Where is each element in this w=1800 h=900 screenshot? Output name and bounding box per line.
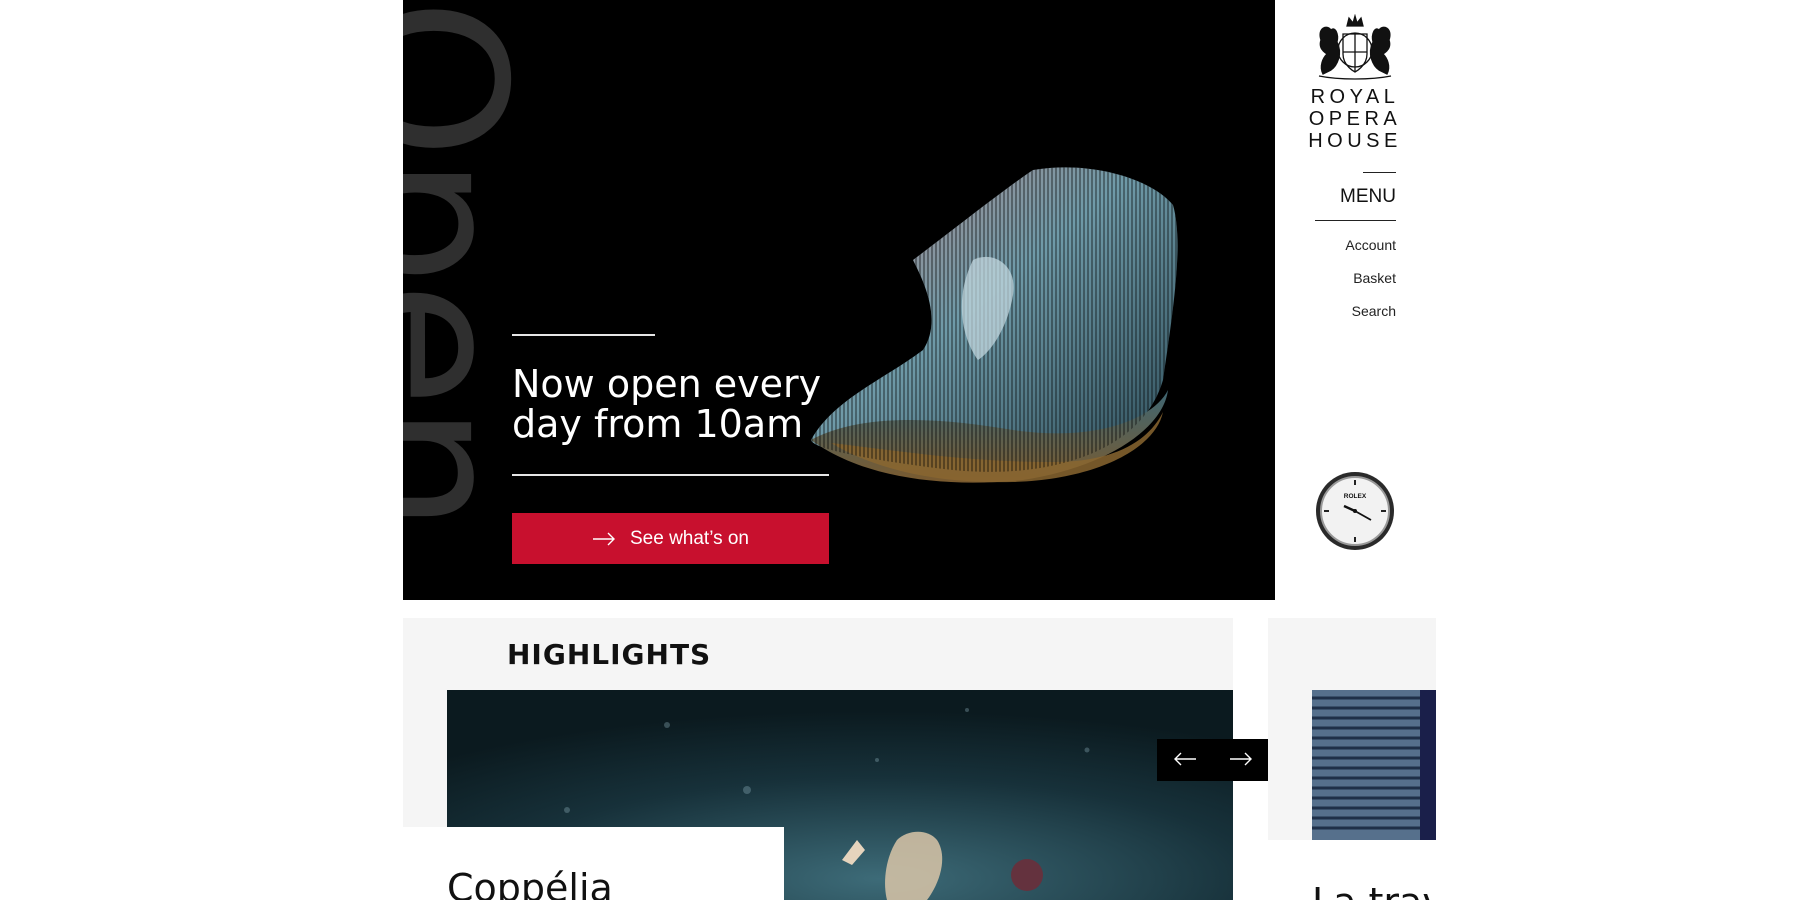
brand-line-3: HOUSE — [1308, 130, 1402, 152]
royal-opera-house-logo[interactable]: ROYAL OPERA HOUSE — [1300, 14, 1410, 152]
brand-line-2: OPERA — [1308, 108, 1402, 130]
basket-link[interactable]: Basket — [1300, 270, 1396, 286]
clock-brand-text: ROLEX — [1344, 493, 1367, 500]
arrow-right-icon — [592, 532, 616, 546]
brand-name: ROYAL OPERA HOUSE — [1300, 86, 1410, 152]
hero-watermark: Open — [403, 0, 543, 600]
menu-divider-long — [1315, 220, 1396, 221]
arrow-right-icon — [1229, 752, 1253, 769]
arrow-left-icon — [1173, 752, 1197, 769]
highlights-title: HIGHLIGHTS — [507, 638, 712, 671]
carousel-next-button[interactable] — [1213, 739, 1269, 781]
hero-dancer-image — [811, 167, 1178, 483]
royal-crest-icon — [1318, 14, 1392, 80]
shutter-scene — [1312, 690, 1436, 840]
hero-heading: Now open every day from 10am — [512, 362, 822, 446]
hero-watermark-text: Open — [403, 0, 543, 530]
menu-divider-short — [1363, 172, 1396, 173]
la-traviata-title[interactable]: La trav — [1312, 880, 1436, 900]
carousel-prev-button[interactable] — [1157, 739, 1213, 781]
account-link[interactable]: Account — [1300, 237, 1396, 253]
la-traviata-image[interactable] — [1312, 690, 1436, 840]
hero-divider-bottom — [512, 474, 829, 476]
coppelia-title[interactable]: Coppélia — [447, 866, 613, 900]
brand-line-1: ROYAL — [1310, 86, 1400, 108]
see-whats-on-button[interactable]: See what’s on — [512, 513, 829, 564]
search-link[interactable]: Search — [1300, 303, 1396, 319]
menu-button[interactable]: MENU — [1320, 184, 1396, 210]
rolex-clock-sponsor[interactable]: ROLEX — [1314, 470, 1396, 552]
la-traviata-title-clip: La trav — [1300, 870, 1436, 900]
hero-divider-top — [512, 334, 655, 336]
hero-banner: Open Now open every day from 10am See wh… — [403, 0, 1275, 600]
see-whats-on-label: See what’s on — [629, 527, 749, 549]
